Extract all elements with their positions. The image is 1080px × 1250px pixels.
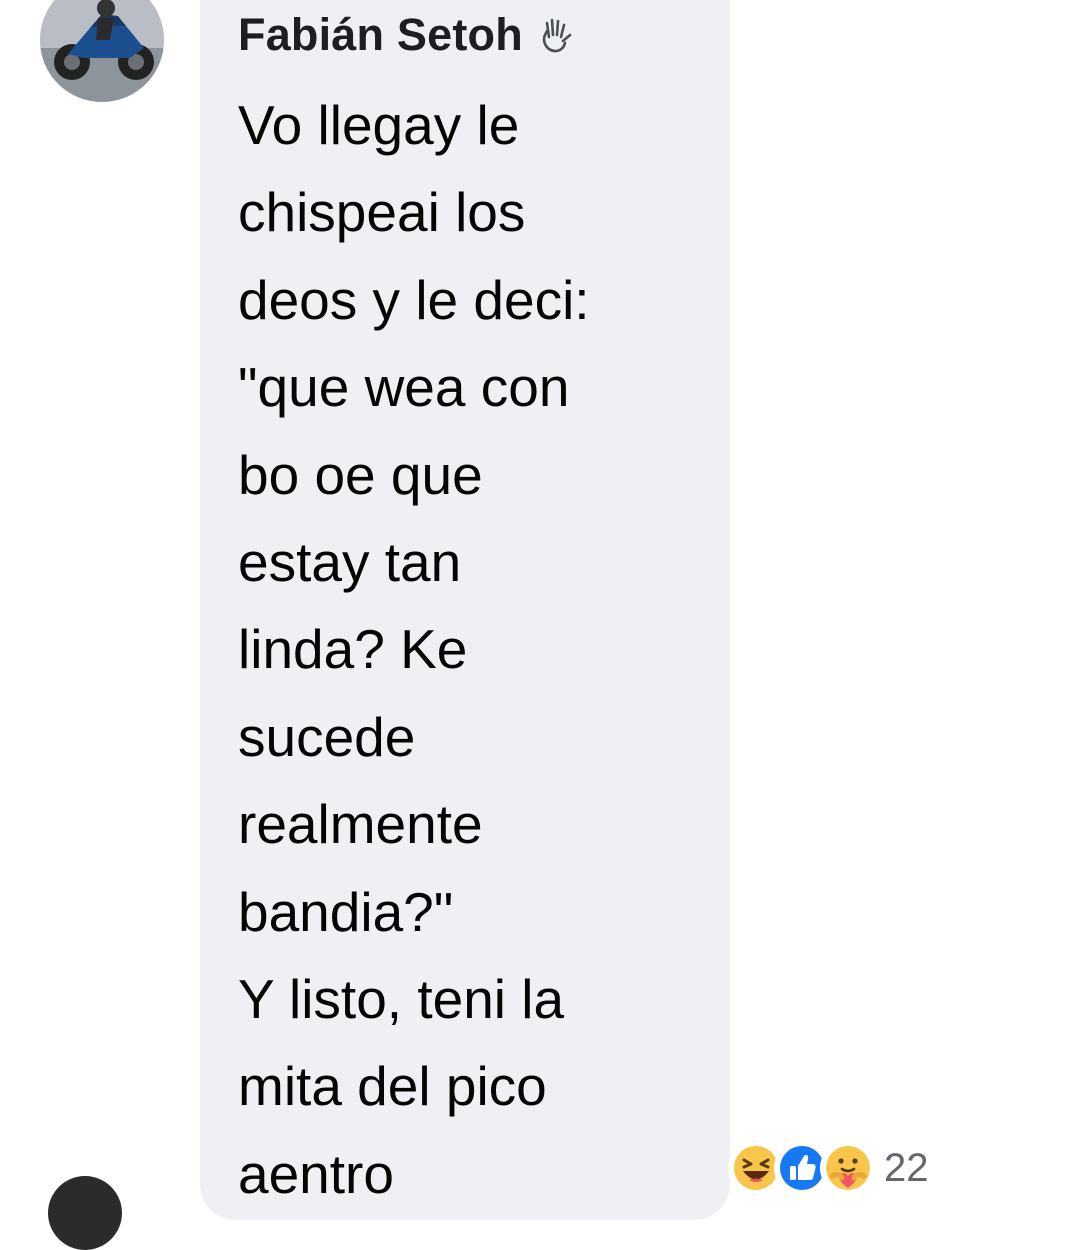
author-name[interactable]: Fabián Setoh [238,9,523,61]
author-avatar[interactable] [40,0,164,102]
comment-line: bandia?" [238,880,454,943]
comment-author: Fabián Setoh [238,8,577,62]
comment-line: linda? Ke [238,618,468,681]
reaction-count: 22 [884,1145,929,1190]
comment-line: Vo llegay le [238,94,520,156]
next-comment-avatar[interactable] [48,1176,122,1250]
comment-line: bo oe que [238,443,483,506]
comment-text: Vo llegay le chispeai los deos y le deci… [238,82,708,1218]
comment-line: mita del pico [238,1055,547,1118]
care-icon [820,1140,876,1196]
comment-line: realmente [238,793,483,856]
comment-line: Y listo, teni la [238,967,565,1030]
comment-line: aentro [238,1142,394,1205]
comment-line: chispeai los [238,181,526,244]
comment-line: "que wea con [238,356,570,419]
reaction-summary[interactable]: 22 [728,1140,929,1196]
waving-hand-icon [542,18,572,53]
comment-line: estay tan [238,530,462,593]
comment-line: deos y le deci: [238,268,590,331]
comment-line: sucede [238,705,416,768]
motorcycle-avatar-icon [40,0,164,102]
